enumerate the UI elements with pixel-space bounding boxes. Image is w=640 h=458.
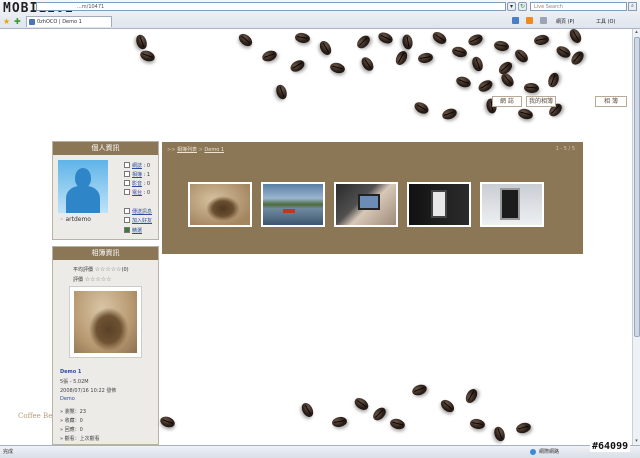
refresh-icon[interactable]: ↻ <box>518 2 527 11</box>
tab-album[interactable]: 相 簿 <box>595 96 627 107</box>
breadcrumb-album-list[interactable]: 相簿列表 <box>177 147 197 153</box>
rating-stars-icon: ☆☆☆☆☆ <box>84 276 112 283</box>
thumbnail-squirrel[interactable] <box>188 182 252 227</box>
page-menu[interactable]: 網頁 (P) <box>556 18 575 25</box>
photo-gallery: >> 相簿列表 > Demo 1 1 - 5 / 5 <box>162 142 583 254</box>
rss-feed-icon[interactable] <box>526 17 533 24</box>
album-title[interactable]: Demo 1 <box>60 369 81 375</box>
favorites-star-icon[interactable]: ★ <box>3 17 10 26</box>
avatar[interactable] <box>58 160 108 213</box>
average-rating: 平均評價 ☆☆☆☆☆(0) <box>73 266 129 273</box>
album-date: 2008/07/16 10:22 發佈 <box>60 388 117 394</box>
profile-link-video[interactable]: 影音 : 0 <box>124 180 150 187</box>
pager: 1 - 5 / 5 <box>555 146 575 152</box>
profile-link-radio[interactable]: 電台 : 0 <box>124 189 150 196</box>
profile-panel-header: 個人資訊 <box>53 142 158 155</box>
blog-icon <box>124 162 130 168</box>
tab-blog[interactable]: 網 誌 <box>492 96 522 107</box>
user-icon: ◦ <box>60 216 64 223</box>
page-favicon-icon <box>29 19 35 25</box>
album-info-panel: 相簿資訊 平均評價 ☆☆☆☆☆(0) 評價 ☆☆☆☆☆ Demo 1 5張 - … <box>52 246 159 445</box>
thumbnail-phone-white[interactable] <box>480 182 544 227</box>
status-bar: 完成 網際網路 <box>0 445 640 458</box>
thumbnail-dark-device[interactable] <box>407 182 471 227</box>
username[interactable]: ◦ artdemo <box>60 216 91 223</box>
address-bar[interactable]: ...m/10471 <box>36 2 506 11</box>
scroll-up-icon[interactable]: ▴ <box>633 29 640 36</box>
send-message-link[interactable]: 傳送訊息 <box>124 208 152 215</box>
add-favorite-icon[interactable]: ✚ <box>14 17 21 26</box>
browser-tab[interactable]: 0zhOCO | Demo 1 <box>26 16 112 27</box>
profile-link-blog[interactable]: 網誌 : 0 <box>124 162 150 169</box>
stat-favorites: » 收藏：0 <box>60 418 83 424</box>
message-icon <box>124 208 130 214</box>
status-text: 完成 <box>3 449 14 455</box>
add-friend-icon <box>124 217 130 223</box>
web-page: 網 誌 我的相簿 相 簿 個人資訊 ◦ artdemo 網誌 : 0 相簿 : … <box>0 29 632 445</box>
breadcrumb-current-album[interactable]: Demo 1 <box>204 147 224 153</box>
album-icon <box>124 171 130 177</box>
tools-menu[interactable]: 工具 (O) <box>596 18 615 25</box>
user-rating[interactable]: 評價 ☆☆☆☆☆ <box>73 276 112 283</box>
browser-chrome: MOBILE01 ...m/10471 ▾ ↻ Live Search ⌕ ★ … <box>0 0 640 29</box>
footer-text: Coffee Be <box>18 412 53 420</box>
album-info-header: 相簿資訊 <box>53 247 158 260</box>
thumbnail-lake-boat[interactable] <box>261 182 325 227</box>
album-cover-photo[interactable] <box>69 286 142 358</box>
vertical-scrollbar[interactable]: ▴ ▾ <box>632 29 640 445</box>
album-description: Demo <box>60 396 75 402</box>
internet-zone-globe-icon: 網際網路 <box>530 446 559 458</box>
add-friend-link[interactable]: 加入好友 <box>124 217 152 224</box>
tab-title: 0zhOCO | Demo 1 <box>37 19 82 25</box>
stat-comments: » 回應：0 <box>60 427 83 433</box>
search-icon[interactable]: ⌕ <box>628 2 637 11</box>
print-icon[interactable] <box>540 17 547 24</box>
home-icon[interactable] <box>512 17 519 24</box>
profile-link-album[interactable]: 相簿 : 1 <box>124 171 150 178</box>
featured-link[interactable]: 精選 <box>124 227 142 234</box>
search-input[interactable]: Live Search <box>530 2 627 11</box>
radio-icon <box>124 189 130 195</box>
featured-icon <box>124 227 130 233</box>
rating-stars-icon: ☆☆☆☆☆ <box>94 266 122 273</box>
dropdown-icon[interactable]: ▾ <box>507 2 516 11</box>
stat-last-view: » 觀看：上次觀看 <box>60 436 100 442</box>
profile-panel: 個人資訊 ◦ artdemo 網誌 : 0 相簿 : 1 影音 : 0 電台 :… <box>52 141 159 240</box>
album-size: 5張 - 5.02M <box>60 379 89 385</box>
tab-my-album[interactable]: 我的相簿 <box>526 96 556 107</box>
thumbnail-hand-device[interactable] <box>334 182 398 227</box>
scroll-down-icon[interactable]: ▾ <box>633 438 640 445</box>
breadcrumb: >> 相簿列表 > Demo 1 <box>167 147 225 153</box>
tab-strip: ★ ✚ 0zhOCO | Demo 1 網頁 (P) 工具 (O) <box>0 14 640 28</box>
corner-watermark: #64099 <box>590 441 631 452</box>
scrollbar-thumb[interactable] <box>634 37 640 337</box>
stat-views: » 瀏覽：23 <box>60 409 87 415</box>
video-icon <box>124 180 130 186</box>
